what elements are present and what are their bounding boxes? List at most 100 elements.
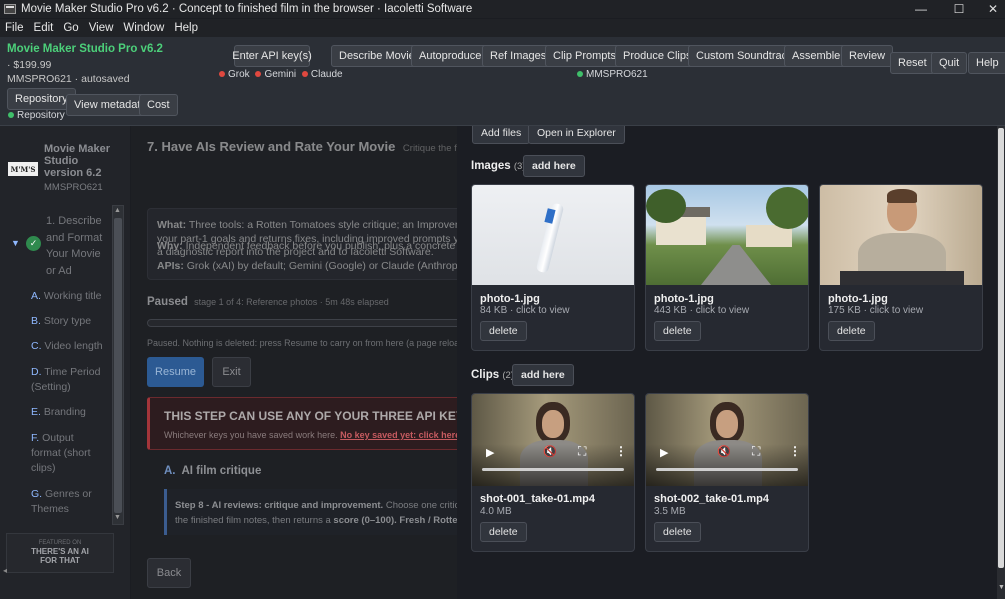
menu-bar: File Edit Go View Window Help: [0, 19, 1005, 37]
assets-panel: Add files Open in Explorer Images (3) ad…: [457, 126, 997, 599]
title-bar: Movie Maker Studio Pro v6.2 · Concept to…: [0, 0, 1005, 18]
image-card[interactable]: photo-1.jpg 443 KB · click to view delet…: [645, 184, 809, 351]
more-options-icon[interactable]: ⋮: [789, 444, 801, 458]
video-seek-bar[interactable]: [656, 468, 798, 471]
delete-button[interactable]: delete: [654, 522, 701, 542]
apis-label: APIs:: [157, 260, 184, 272]
project-status-dot: [577, 71, 583, 78]
mute-icon[interactable]: 🔇: [543, 445, 557, 458]
expand-chevron-icon[interactable]: ▼: [11, 238, 20, 248]
menu-help[interactable]: Help: [169, 22, 203, 34]
video-player[interactable]: ▶ 🔇 ⛶ ⋮: [472, 394, 634, 486]
describe-movie-button[interactable]: Describe Movie: [331, 45, 423, 67]
sidebar-scrollbar-thumb[interactable]: [114, 218, 122, 513]
enter-api-keys-button[interactable]: Enter API key(s): [232, 45, 312, 67]
menu-go[interactable]: Go: [58, 22, 83, 34]
item-letter: B.: [31, 315, 41, 327]
item-label: Working title: [43, 290, 102, 302]
assemble-button[interactable]: Assemble: [784, 45, 849, 67]
sidebar-code: MMSPRO621: [44, 182, 103, 193]
clips-heading: Clips (2): [471, 369, 514, 381]
maximize-button[interactable]: ☐: [942, 0, 976, 18]
mute-icon[interactable]: 🔇: [717, 445, 731, 458]
produce-clips-button[interactable]: Produce Clips: [615, 45, 700, 67]
hair-shape: [887, 189, 917, 203]
clip-name: shot-002_take-01.mp4: [654, 493, 769, 505]
open-in-explorer-button[interactable]: Open in Explorer: [528, 126, 625, 144]
reset-button[interactable]: Reset: [890, 52, 935, 74]
delete-button[interactable]: delete: [654, 321, 701, 341]
help-button[interactable]: Help: [968, 52, 1005, 74]
panel-scrollbar-thumb[interactable]: [998, 128, 1004, 568]
chair-shape: [840, 271, 964, 285]
sidebar-item-genres[interactable]: G. Genres or Themes: [31, 487, 103, 517]
apis-body: Grok (xAI) by default; Gemini (Google) o…: [186, 260, 457, 272]
item-letter: D.: [31, 366, 42, 378]
image-card[interactable]: photo-1.jpg 175 KB · click to view delet…: [819, 184, 983, 351]
sidebar-item-branding[interactable]: E. Branding: [31, 406, 86, 418]
video-player[interactable]: ▶ 🔇 ⛶ ⋮: [646, 394, 808, 486]
add-clips-button[interactable]: add here: [512, 364, 574, 386]
item-letter: G.: [31, 488, 43, 500]
image-name: photo-1.jpg: [828, 293, 888, 305]
menu-window[interactable]: Window: [118, 22, 169, 34]
clip-meta: 4.0 MB: [480, 506, 512, 517]
sidebar-item-time-period[interactable]: D. Time Period (Setting): [31, 365, 106, 395]
menu-file[interactable]: File: [0, 22, 29, 34]
sidebar-item-working-title[interactable]: A. Working title: [31, 290, 101, 302]
delete-button[interactable]: delete: [480, 321, 527, 341]
menu-view[interactable]: View: [84, 22, 119, 34]
video-seek-bar[interactable]: [482, 468, 624, 471]
featured-badge[interactable]: FEATURED ON THERE'S AN AI FOR THAT: [6, 533, 114, 573]
image-meta: 84 KB · click to view: [480, 305, 570, 316]
panel-scroll-down-icon[interactable]: ▼: [998, 584, 1005, 591]
fullscreen-icon[interactable]: ⛶: [578, 444, 586, 459]
featured-top: FEATURED ON: [38, 540, 82, 546]
more-options-icon[interactable]: ⋮: [615, 444, 627, 458]
delete-button[interactable]: delete: [828, 321, 875, 341]
fullscreen-icon[interactable]: ⛶: [752, 444, 760, 459]
scroll-left-icon[interactable]: ◂: [3, 566, 7, 575]
item-label: Time Period (Setting): [31, 366, 101, 393]
autoproduce-button[interactable]: Autoproduce: [411, 45, 490, 67]
sidebar-item-story-type[interactable]: B. Story type: [31, 315, 91, 327]
clip-card[interactable]: ▶ 🔇 ⛶ ⋮ shot-002_take-01.mp4 3.5 MB dele…: [645, 393, 809, 552]
add-files-button[interactable]: Add files: [472, 126, 531, 144]
close-button[interactable]: ✕: [976, 0, 1005, 18]
delete-button[interactable]: delete: [480, 522, 527, 542]
clip-card[interactable]: ▶ 🔇 ⛶ ⋮ shot-001_take-01.mp4 4.0 MB dele…: [471, 393, 635, 552]
clip-prompts-button[interactable]: Clip Prompts: [545, 45, 624, 67]
project-status: MMSPRO621 · autosaved: [7, 73, 130, 85]
add-images-button[interactable]: add here: [523, 155, 585, 177]
image-meta: 443 KB · click to view: [654, 305, 750, 316]
play-icon[interactable]: ▶: [660, 446, 668, 459]
sidebar-item-video-length[interactable]: C. Video length: [31, 340, 103, 352]
ref-images-button[interactable]: Ref Images: [482, 45, 555, 67]
sidebar-item-output-format[interactable]: F. Output format (short clips): [31, 431, 103, 476]
image-card[interactable]: photo-1.jpg 84 KB · click to view delete: [471, 184, 635, 351]
quit-button[interactable]: Quit: [931, 52, 968, 74]
review-button[interactable]: Review: [841, 45, 894, 67]
scroll-up-icon[interactable]: ▲: [114, 207, 121, 214]
item-label: Video length: [44, 340, 103, 352]
cost-button[interactable]: Cost: [139, 94, 178, 116]
image-thumbnail-man[interactable]: [820, 185, 982, 285]
item-label: Story type: [43, 315, 92, 327]
tree-shape: [646, 189, 686, 223]
project-badge-label: MMSPRO621: [586, 69, 648, 80]
minimize-button[interactable]: —: [904, 0, 938, 18]
image-thumbnail-house[interactable]: [646, 185, 808, 285]
grok-status-dot: [219, 71, 225, 78]
play-icon[interactable]: ▶: [486, 446, 494, 459]
repo-status-dot: [8, 112, 14, 119]
scroll-down-icon[interactable]: ▼: [114, 514, 121, 521]
sidebar-logo: M'M'S: [8, 162, 38, 176]
app-header: Movie Maker Studio Pro v6.2 · $199.99 MM…: [0, 37, 1005, 126]
item-letter: F.: [31, 432, 40, 444]
featured-main: THERE'S AN AI FOR THAT: [31, 547, 89, 565]
image-thumbnail-pen[interactable]: [472, 185, 634, 285]
step-complete-check-icon: ✓: [26, 236, 41, 251]
menu-edit[interactable]: Edit: [29, 22, 59, 34]
image-name: photo-1.jpg: [480, 293, 540, 305]
sidebar-step1[interactable]: 1. Describe and Format Your Movie or Ad: [46, 213, 108, 279]
